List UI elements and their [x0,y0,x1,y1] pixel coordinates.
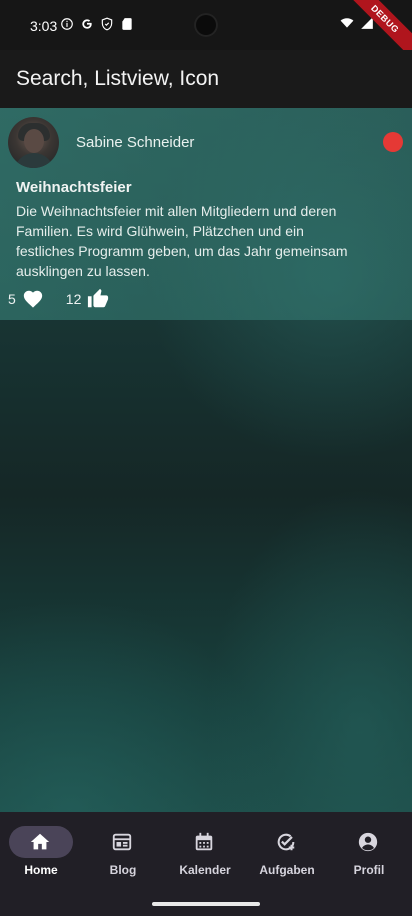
nav-item-home[interactable]: Home [0,812,82,892]
nav-item-kalender[interactable]: Kalender [164,812,246,892]
thumbs-up-count: 12 [65,291,82,307]
nav-label-profil: Profil [353,863,385,877]
info-icon [61,18,73,30]
front-camera [194,13,218,37]
blog-icon [112,833,132,851]
account-circle-icon [358,832,378,852]
author-name: Sabine Schneider [76,134,195,151]
post-title: Weihnachtsfeier [16,179,132,196]
post-body: Die Weihnachtsfeier mit allen Mitglieder… [16,203,348,279]
gesture-handle[interactable] [152,902,260,906]
app-bar: Search, Listview, Icon [0,50,412,108]
nav-item-profil[interactable]: Profil [328,812,410,892]
task-add-icon [277,833,295,851]
calendar-icon [195,832,213,851]
app-title: Search, Listview, Icon [16,67,220,90]
thumb-up-icon[interactable] [87,288,109,310]
nav-label-blog: Blog [109,863,137,877]
reactions-row: 5 12 [8,288,109,310]
wifi-icon [340,18,354,28]
nav-label-aufgaben: Aufgaben [259,863,315,877]
sd-card-icon [122,18,132,30]
status-time: 3:03 [30,18,58,34]
status-bar: 3:03 DEBUG [0,0,412,65]
likes-count: 5 [8,291,16,307]
bottom-navigation: Home Blog Kalender Aufgaben Profil [0,812,412,892]
nav-item-aufgaben[interactable]: Aufgaben [246,812,328,892]
content-area: Sabine Schneider Weihnachtsfeier Die Wei… [0,108,412,812]
nav-label-home: Home [24,863,58,877]
avatar[interactable] [8,117,59,168]
status-icons-left [60,17,134,31]
shield-icon [101,17,113,31]
google-icon [82,19,92,29]
nav-item-blog[interactable]: Blog [82,812,164,892]
gesture-area [0,892,412,916]
home-icon [30,833,50,850]
nav-label-kalender: Kalender [179,863,231,877]
heart-icon[interactable] [22,288,44,310]
status-indicator [383,132,403,152]
post-card[interactable]: Sabine Schneider Weihnachtsfeier Die Wei… [0,108,412,320]
